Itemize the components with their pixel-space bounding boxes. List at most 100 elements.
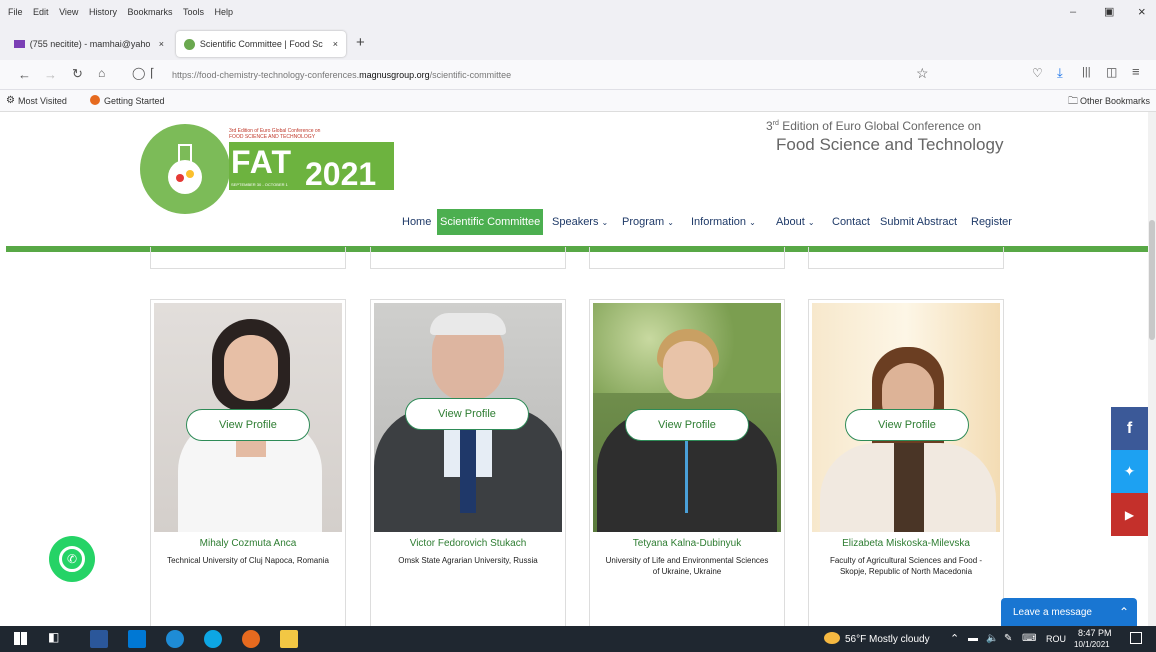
bookmark-other[interactable]: Other Bookmarks [1080,96,1150,106]
view-profile-button[interactable]: View Profile [845,409,969,441]
close-tab-icon[interactable]: × [159,39,164,49]
language-indicator[interactable]: ROU [1046,634,1066,644]
web-page: 3rd Edition of Euro Global Conference on… [0,112,1148,626]
member-affiliation: University of Life and Environmental Sci… [605,556,769,576]
nav-contact[interactable]: Contact [832,216,870,228]
edge-icon[interactable] [166,630,184,648]
firefox-taskbar-icon[interactable] [242,630,260,648]
windows-start-icon[interactable] [14,632,27,645]
whatsapp-button[interactable]: ✆ [49,536,95,582]
close-tab-icon[interactable]: × [333,39,338,49]
url-domain: magnusgroup.org [359,70,430,80]
new-tab-icon[interactable]: + [356,34,365,51]
chevron-down-icon: ⌄ [667,218,674,227]
chevron-up-icon: ⌃ [1118,605,1129,619]
menu-view[interactable]: View [59,7,78,17]
reload-icon[interactable]: ↻ [72,66,83,82]
tab-mail[interactable]: (755 necitite) - mamhai@yaho × [6,31,172,57]
mail-icon [14,40,25,48]
member-name[interactable]: Mihaly Cozmuta Anca [151,538,345,549]
nav-home[interactable]: Home [402,216,431,228]
sidebar-icon[interactable]: ◫ [1106,65,1117,79]
edition-line2: Food Science and Technology [776,135,1004,154]
nav-about[interactable]: About ⌄ [776,216,815,228]
view-profile-button[interactable]: View Profile [186,409,310,441]
weather-text[interactable]: 56°F Mostly cloudy [845,634,930,645]
url-bar[interactable]: https://food-chemistry-technology-confer… [128,64,948,86]
touch-keyboard-icon[interactable]: ⌨ [1022,633,1036,644]
pocket-icon[interactable]: ♡ [1032,66,1043,80]
pen-icon[interactable]: ✎ [1004,633,1012,644]
logo-fat: FAT [231,144,293,180]
downloads-icon[interactable]: ⤓ [1057,65,1063,81]
clock-date[interactable]: 10/1/2021 [1074,640,1110,649]
member-name[interactable]: Elizabeta Miskoska-Milevska [809,538,1003,549]
page-scrollbar[interactable] [1148,112,1156,626]
menu-bar: File Edit View History Bookmarks Tools H… [0,0,1156,26]
bookmarks-bar: ⚙ Most Visited Getting Started 🗀 Other B… [0,90,1156,112]
member-card: Elizabeta Miskoska-Milevska Faculty of A… [808,299,1004,626]
nav-submit-abstract[interactable]: Submit Abstract [880,216,957,228]
back-icon[interactable]: ← [18,67,31,82]
menu-history[interactable]: History [89,7,117,17]
member-card: Victor Fedorovich Stukach Omsk State Agr… [370,299,566,626]
volume-icon[interactable]: 🔈 [986,633,998,644]
home-icon[interactable]: ⌂ [98,66,105,80]
youtube-icon: ▶ [1124,507,1135,522]
previous-card [370,247,566,269]
view-profile-button[interactable]: View Profile [625,409,749,441]
file-explorer-icon[interactable] [280,630,298,648]
facebook-button[interactable]: f [1111,407,1148,450]
forward-icon[interactable]: → [44,67,57,82]
menu-edit[interactable]: Edit [33,7,49,17]
scrollbar-thumb[interactable] [1149,220,1155,340]
clock-time[interactable]: 8:47 PM [1078,628,1112,638]
menu-file[interactable]: File [8,7,23,17]
member-name[interactable]: Victor Fedorovich Stukach [371,538,565,549]
previous-card [808,247,1004,269]
whatsapp-icon: ✆ [59,546,85,572]
previous-card [589,247,785,269]
nav-scientific-committee[interactable]: Scientific Committee [437,209,544,235]
logo-small-line2: FOOD SCIENCE AND TECHNOLOGY [229,134,316,140]
network-icon[interactable]: ▬ [968,633,978,644]
nav-information[interactable]: Information ⌄ [691,216,756,228]
bookmark-getting-started[interactable]: Getting Started [104,96,165,106]
menu-help[interactable]: Help [215,7,234,17]
bookmark-most-visited[interactable]: Most Visited [18,96,67,106]
menu-bookmarks[interactable]: Bookmarks [127,7,172,17]
twitter-button[interactable]: ✦ [1111,450,1148,493]
tab-bar: (755 necitite) - mamhai@yaho × Scientifi… [0,26,1156,60]
restore-icon[interactable]: ▣ [1104,5,1114,18]
nav-register[interactable]: Register [971,216,1012,228]
member-name[interactable]: Tetyana Kalna-Dubinyuk [590,538,784,549]
member-card: Mihaly Cozmuta Anca Technical University… [150,299,346,626]
chat-widget[interactable]: Leave a message ⌃ [1001,598,1137,626]
nav-speakers[interactable]: Speakers ⌄ [552,216,608,228]
minimize-icon[interactable]: – [1070,6,1076,18]
menu-tools[interactable]: Tools [183,7,204,17]
tab-scientific-committee[interactable]: Scientific Committee | Food Sc × [176,31,346,57]
word-icon[interactable] [90,630,108,648]
folder-icon: 🗀 [1068,96,1078,107]
notifications-icon[interactable] [1130,632,1142,644]
url-prefix: https://food-chemistry-technology-confer… [172,70,360,80]
task-view-icon[interactable]: ◧ [48,630,66,648]
chat-label: Leave a message [1013,606,1092,618]
flask-icon [168,144,202,194]
tab-label: (755 necitite) - mamhai@yaho [29,39,151,49]
member-affiliation: Omsk State Agrarian University, Russia [398,556,538,565]
library-icon[interactable]: ||| [1082,66,1091,78]
view-profile-button[interactable]: View Profile [405,398,529,430]
skype-icon[interactable] [204,630,222,648]
mail-app-icon[interactable] [128,630,146,648]
taskbar: ◧ 56°F Mostly cloudy ⌃ ▬ 🔈 ✎ ⌨ ROU 8:47 … [0,626,1156,652]
site-favicon [184,38,195,50]
app-menu-icon[interactable]: ≡ [1132,64,1140,79]
firefox-icon [90,95,100,105]
logo-banner: FAT 2021 SEPTEMBER 30 - OCTOBER 1 [229,142,394,192]
nav-program[interactable]: Program ⌄ [622,216,674,228]
youtube-button[interactable]: ▶ [1111,493,1148,536]
close-window-icon[interactable]: × [1138,4,1146,19]
tray-chevron-icon[interactable]: ⌃ [950,632,959,645]
